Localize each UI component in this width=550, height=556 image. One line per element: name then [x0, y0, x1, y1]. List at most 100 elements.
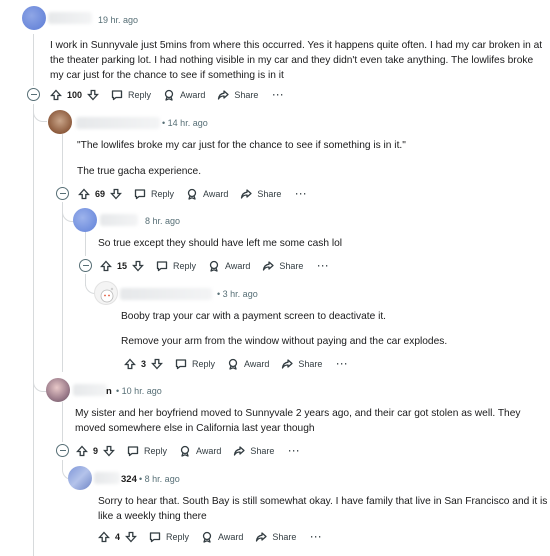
- share-button[interactable]: Share: [255, 531, 296, 543]
- reply-button[interactable]: Reply: [175, 358, 215, 370]
- vote-control: 100: [50, 89, 99, 101]
- upvote-icon[interactable]: [78, 188, 90, 200]
- thread-line: [85, 230, 86, 256]
- reply-button[interactable]: Reply: [134, 188, 174, 200]
- more-options-button[interactable]: ···: [336, 359, 348, 369]
- upvote-icon[interactable]: [100, 260, 112, 272]
- award-icon: [202, 531, 212, 543]
- award-icon: [164, 89, 174, 101]
- share-button[interactable]: Share: [233, 445, 274, 457]
- username-redacted: [48, 12, 92, 24]
- award-button[interactable]: Award: [227, 358, 269, 370]
- vote-score: 3: [141, 359, 147, 369]
- award-icon: [180, 445, 190, 457]
- comment-icon: [134, 189, 146, 200]
- avatar[interactable]: [94, 281, 118, 305]
- downvote-icon[interactable]: [151, 358, 163, 370]
- upvote-icon[interactable]: [124, 358, 136, 370]
- more-options-button[interactable]: ···: [317, 261, 329, 271]
- award-button[interactable]: Award: [201, 531, 243, 543]
- avatar[interactable]: [73, 208, 97, 232]
- comment-actions: 9 Reply Award Share ···: [76, 442, 300, 460]
- upvote-icon[interactable]: [50, 89, 62, 101]
- reply-label: Reply: [144, 446, 168, 456]
- comment-timestamp: • 10 hr. ago: [116, 386, 162, 396]
- comment-actions: 15 Reply Award Share ···: [100, 257, 329, 275]
- more-options-button[interactable]: ···: [310, 532, 322, 542]
- avatar[interactable]: [48, 110, 72, 134]
- comment-icon: [156, 261, 168, 272]
- share-label: Share: [298, 359, 323, 369]
- share-label: Share: [279, 261, 304, 271]
- share-icon: [256, 532, 268, 542]
- downvote-icon[interactable]: [125, 531, 137, 543]
- collapse-thread-button[interactable]: [56, 187, 69, 200]
- share-label: Share: [272, 532, 297, 542]
- comment-line: like a weekly thing there: [98, 511, 207, 523]
- thread-line: [62, 134, 63, 184]
- collapse-thread-button[interactable]: [79, 259, 92, 272]
- downvote-icon[interactable]: [103, 445, 115, 457]
- comment-timestamp: • 14 hr. ago: [162, 118, 208, 128]
- collapse-thread-button[interactable]: [56, 444, 69, 457]
- vote-control: 69: [78, 188, 122, 200]
- share-label: Share: [234, 90, 259, 100]
- time-label: 8 hr. ago: [144, 474, 180, 484]
- share-icon: [263, 261, 275, 271]
- downvote-icon[interactable]: [132, 260, 144, 272]
- reply-button[interactable]: Reply: [127, 445, 167, 457]
- share-button[interactable]: Share: [240, 188, 281, 200]
- award-label: Award: [244, 359, 270, 369]
- award-button[interactable]: Award: [179, 445, 221, 457]
- reply-label: Reply: [151, 189, 175, 199]
- avatar[interactable]: [22, 6, 46, 30]
- comment-line: The true gacha experience.: [77, 166, 202, 177]
- more-options-button[interactable]: ···: [288, 446, 300, 456]
- award-button[interactable]: Award: [186, 188, 228, 200]
- downvote-icon[interactable]: [87, 89, 99, 101]
- upvote-icon[interactable]: [98, 531, 110, 543]
- share-button[interactable]: Share: [217, 89, 258, 101]
- comment-line: Booby trap your car with a payment scree…: [121, 311, 387, 322]
- vote-control: 15: [100, 260, 144, 272]
- comment-icon: [127, 446, 139, 457]
- comment-author[interactable]: 324: [121, 474, 137, 485]
- upvote-icon[interactable]: [76, 445, 88, 457]
- award-icon: [228, 358, 238, 370]
- reply-label: Reply: [173, 261, 197, 271]
- thread-elbow: [33, 372, 47, 392]
- time-label: 10 hr. ago: [121, 386, 162, 396]
- vote-control: 9: [76, 445, 115, 457]
- comment-timestamp: • 8 hr. ago: [139, 474, 180, 484]
- username-redacted: [100, 214, 138, 226]
- award-label: Award: [218, 532, 244, 542]
- meta-separator: •: [162, 118, 166, 128]
- comment-line: moved somewhere else in California last …: [75, 423, 315, 435]
- share-label: Share: [250, 446, 275, 456]
- comment-line: my car just for the chance to see if som…: [50, 70, 284, 82]
- comment-line: the theater parking lot. I had nothing v…: [50, 55, 534, 67]
- reply-button[interactable]: Reply: [111, 89, 151, 101]
- avatar[interactable]: [68, 466, 92, 490]
- award-button[interactable]: Award: [163, 89, 205, 101]
- share-button[interactable]: Share: [262, 260, 303, 272]
- comment-icon: [111, 90, 123, 101]
- collapse-thread-button[interactable]: [27, 88, 40, 101]
- vote-score: 15: [117, 261, 128, 271]
- vote-score: 4: [115, 532, 121, 542]
- comment-body: So true except they should have left me …: [98, 236, 342, 251]
- comment-author[interactable]: n: [106, 386, 112, 397]
- award-button[interactable]: Award: [208, 260, 250, 272]
- more-options-button[interactable]: ···: [295, 189, 307, 199]
- reply-button[interactable]: Reply: [149, 531, 189, 543]
- comment-body: The true gacha experience.: [77, 164, 201, 179]
- avatar[interactable]: [46, 378, 70, 402]
- reply-label: Reply: [192, 359, 216, 369]
- award-icon: [209, 260, 219, 272]
- share-icon: [218, 90, 230, 100]
- downvote-icon[interactable]: [110, 188, 122, 200]
- more-options-button[interactable]: ···: [272, 90, 284, 100]
- share-button[interactable]: Share: [281, 358, 322, 370]
- award-icon: [187, 188, 197, 200]
- reply-button[interactable]: Reply: [156, 260, 196, 272]
